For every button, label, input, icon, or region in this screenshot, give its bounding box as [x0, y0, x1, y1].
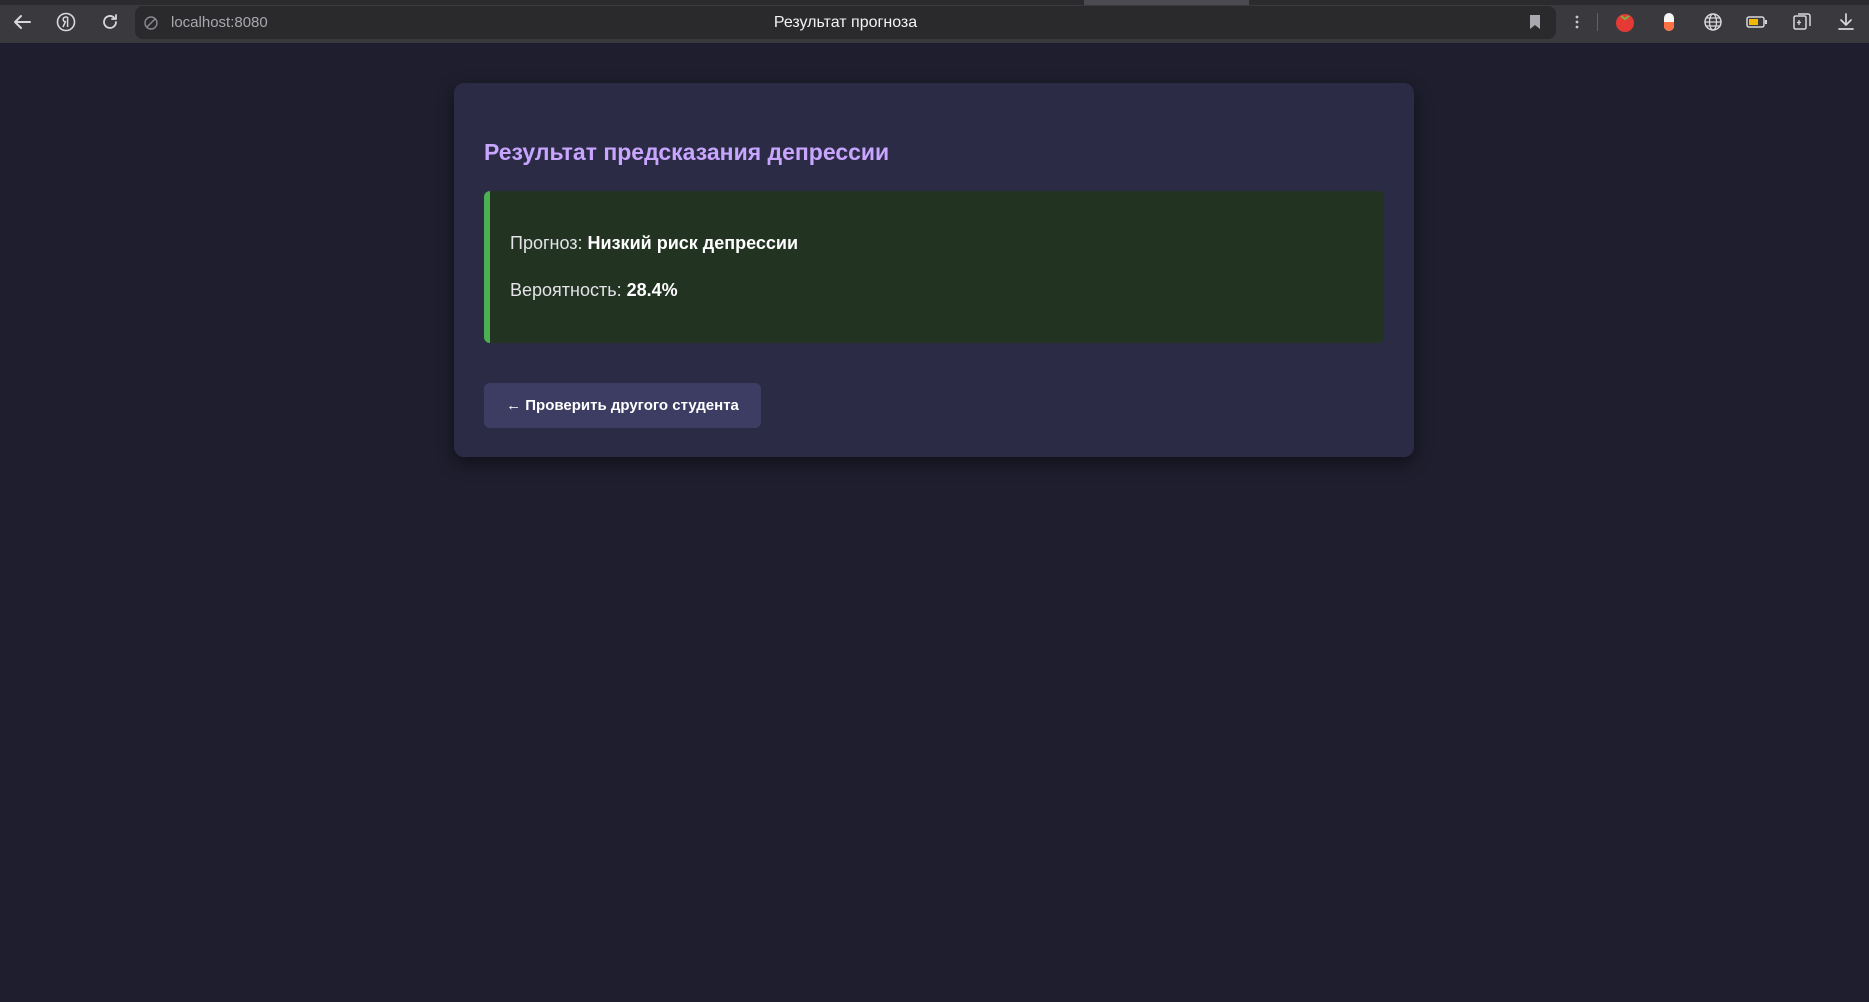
prediction-value: Низкий риск депрессии [587, 233, 799, 253]
prediction-line: Прогноз: Низкий риск депрессии [510, 233, 798, 254]
capsule-extension-icon[interactable] [1657, 10, 1681, 34]
bookmark-icon[interactable] [1528, 14, 1542, 30]
tomato-extension-icon[interactable] [1613, 10, 1637, 34]
back-arrow-icon[interactable] [8, 8, 36, 36]
download-icon[interactable] [1834, 10, 1858, 34]
prediction-label: Прогноз: [510, 233, 583, 253]
probability-value: 28.4% [626, 280, 678, 300]
collections-icon[interactable] [1790, 10, 1814, 34]
prediction-result-box: Прогноз: Низкий риск депрессии Вероятнос… [484, 191, 1384, 343]
check-another-student-button[interactable]: ← Проверить другого студента [484, 383, 761, 428]
tab-strip [0, 0, 1869, 5]
yandex-icon[interactable] [52, 8, 80, 36]
probability-line: Вероятность: 28.4% [510, 280, 678, 301]
site-info-icon[interactable] [143, 15, 159, 31]
result-card: Результат предсказания депрессии Прогноз… [454, 83, 1414, 457]
globe-icon[interactable] [1701, 10, 1725, 34]
toolbar-divider [1597, 13, 1598, 31]
url-text[interactable]: localhost:8080 [171, 14, 268, 31]
page-title: Результат предсказания депрессии [484, 139, 890, 165]
battery-icon[interactable] [1745, 10, 1769, 34]
menu-dots-icon[interactable] [1565, 10, 1589, 34]
browser-toolbar: localhost:8080 Результат прогноза [0, 0, 1869, 43]
reload-icon[interactable] [96, 8, 124, 36]
active-tab-indicator[interactable] [1084, 0, 1249, 5]
probability-label: Вероятность: [510, 280, 622, 300]
tab-title: Результат прогноза [773, 14, 918, 31]
address-bar[interactable]: localhost:8080 Результат прогноза [135, 6, 1556, 39]
